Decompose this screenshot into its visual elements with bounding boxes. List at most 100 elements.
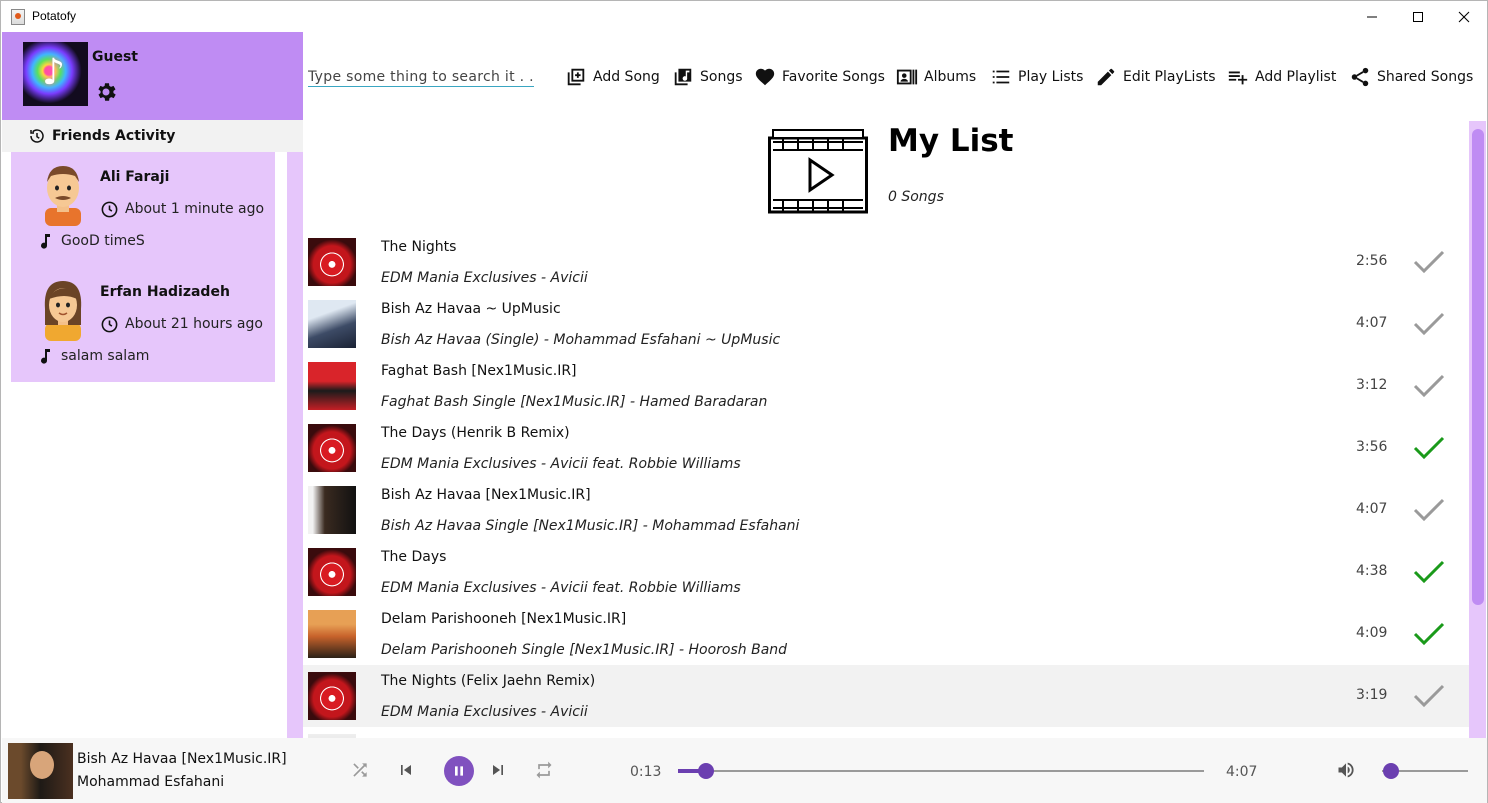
song-duration: 3:56: [1356, 439, 1388, 455]
library-music-icon: [674, 68, 692, 86]
add-playlist-button[interactable]: Add Playlist: [1227, 65, 1336, 89]
song-row[interactable]: [303, 727, 1471, 738]
song-subtitle: EDM Mania Exclusives - Avicii feat. Robb…: [381, 456, 741, 472]
song-row[interactable]: The Days EDM Mania Exclusives - Avicii f…: [303, 541, 1471, 603]
next-icon[interactable]: [488, 760, 508, 780]
friend-activity-time: About 21 hours ago: [125, 316, 263, 332]
albums-button[interactable]: Albums: [896, 65, 976, 89]
check-icon[interactable]: [1412, 559, 1446, 585]
friends-activity-header: Friends Activity: [2, 120, 303, 152]
song-row[interactable]: The Days (Henrik B Remix) EDM Mania Excl…: [303, 417, 1471, 479]
friends-list: Ali Faraji About 1 minute ago GooD timeS: [11, 152, 275, 382]
check-icon[interactable]: [1412, 249, 1446, 275]
total-time: 4:07: [1226, 764, 1258, 780]
song-row[interactable]: Delam Parishooneh [Nex1Music.IR] Delam P…: [303, 603, 1471, 665]
songs-button[interactable]: Songs: [672, 65, 743, 89]
song-title: Delam Parishooneh [Nex1Music.IR]: [381, 611, 627, 627]
heart-icon: [755, 68, 775, 86]
add-song-button[interactable]: Add Song: [565, 65, 660, 89]
clock-icon: [101, 316, 118, 333]
check-icon[interactable]: [1412, 621, 1446, 647]
song-row[interactable]: Bish Az Havaa [Nex1Music.IR] Bish Az Hav…: [303, 479, 1471, 541]
title-bar: Potatofy: [1, 1, 1487, 32]
album-cover: [308, 486, 356, 534]
pause-icon: [455, 766, 463, 776]
previous-icon[interactable]: [396, 760, 416, 780]
favorite-songs-label: Favorite Songs: [782, 69, 885, 85]
song-subtitle: Bish Az Havaa Single [Nex1Music.IR] - Mo…: [381, 518, 800, 534]
edit-playlists-button[interactable]: Edit PlayLists: [1095, 65, 1216, 89]
music-note-icon: [41, 234, 50, 249]
profile-name: Guest: [92, 49, 138, 65]
song-subtitle: Delam Parishooneh Single [Nex1Music.IR] …: [381, 642, 788, 658]
friend-name: Erfan Hadizadeh: [100, 284, 230, 300]
app-icon: [11, 9, 25, 25]
song-list: The Nights EDM Mania Exclusives - Avicii…: [303, 231, 1471, 738]
volume-icon[interactable]: [1336, 760, 1356, 780]
edit-playlists-label: Edit PlayLists: [1123, 69, 1216, 85]
album-cover: [308, 548, 356, 596]
app-window: Potatofy Guest Friends Activity: [0, 0, 1488, 803]
progress-knob[interactable]: [697, 763, 714, 779]
song-row[interactable]: The Nights (Felix Jaehn Remix) EDM Mania…: [303, 665, 1471, 727]
pause-button[interactable]: [444, 756, 474, 786]
playlist-add-icon: [1228, 71, 1248, 85]
share-icon: [1351, 67, 1369, 87]
song-title: The Nights (Felix Jaehn Remix): [381, 673, 596, 689]
current-time: 0:13: [630, 764, 662, 780]
song-subtitle: EDM Mania Exclusives - Avicii: [381, 270, 588, 286]
song-title: Bish Az Havaa [Nex1Music.IR]: [381, 487, 591, 503]
volume-knob[interactable]: [1382, 763, 1399, 779]
favorite-songs-button[interactable]: Favorite Songs: [754, 65, 885, 89]
add-box-icon: [567, 68, 585, 86]
song-duration: 4:07: [1356, 315, 1388, 331]
song-row[interactable]: Bish Az Havaa ~ UpMusic Bish Az Havaa (S…: [303, 293, 1471, 355]
profile-picture[interactable]: [23, 42, 88, 106]
song-title: Bish Az Havaa ~ UpMusic: [381, 301, 561, 317]
scrollbar-thumb[interactable]: [1472, 129, 1484, 605]
minimize-icon: [1367, 16, 1377, 17]
now-playing-artist: Mohammad Esfahani: [77, 774, 225, 790]
maximize-button[interactable]: [1395, 1, 1441, 32]
minimize-button[interactable]: [1349, 1, 1395, 32]
now-playing-cover: [8, 743, 73, 799]
progress-track[interactable]: [678, 770, 1204, 772]
friend-item[interactable]: Erfan Hadizadeh About 21 hours ago salam…: [11, 267, 275, 382]
friend-name: Ali Faraji: [100, 169, 170, 185]
close-icon: [1458, 11, 1470, 22]
song-duration: 3:19: [1356, 687, 1388, 703]
album-cover: [308, 300, 356, 348]
albums-icon: [896, 69, 918, 85]
song-duration: 4:38: [1356, 563, 1388, 579]
play-lists-label: Play Lists: [1018, 69, 1084, 85]
check-icon[interactable]: [1412, 497, 1446, 523]
song-row[interactable]: Faghat Bash [Nex1Music.IR] Faghat Bash S…: [303, 355, 1471, 417]
song-duration: 4:07: [1356, 501, 1388, 517]
playlist-title: My List: [888, 123, 1014, 159]
close-button[interactable]: [1441, 1, 1487, 32]
sidebar-divider[interactable]: [287, 152, 303, 738]
check-icon[interactable]: [1412, 683, 1446, 709]
song-duration: 3:12: [1356, 377, 1388, 393]
friend-activity-time: About 1 minute ago: [125, 201, 265, 217]
add-song-label: Add Song: [593, 69, 660, 85]
song-subtitle: EDM Mania Exclusives - Avicii: [381, 704, 588, 720]
friend-item[interactable]: Ali Faraji About 1 minute ago GooD timeS: [11, 152, 275, 267]
shuffle-icon[interactable]: [350, 760, 370, 780]
check-icon[interactable]: [1412, 435, 1446, 461]
friends-activity-label: Friends Activity: [52, 128, 176, 144]
song-duration: 2:56: [1356, 253, 1388, 269]
window-title: Potatofy: [32, 9, 77, 23]
list-icon: [992, 70, 1010, 84]
song-title: The Days: [381, 549, 447, 565]
check-icon[interactable]: [1412, 311, 1446, 337]
play-lists-button[interactable]: Play Lists: [990, 65, 1083, 89]
shared-songs-button[interactable]: Shared Songs: [1349, 65, 1473, 89]
song-row[interactable]: The Nights EDM Mania Exclusives - Avicii…: [303, 231, 1471, 293]
search-input[interactable]: [308, 67, 534, 87]
song-subtitle: EDM Mania Exclusives - Avicii feat. Robb…: [381, 580, 741, 596]
albums-label: Albums: [924, 69, 977, 85]
gear-icon[interactable]: [94, 80, 118, 104]
check-icon[interactable]: [1412, 373, 1446, 399]
repeat-icon[interactable]: [534, 760, 554, 780]
